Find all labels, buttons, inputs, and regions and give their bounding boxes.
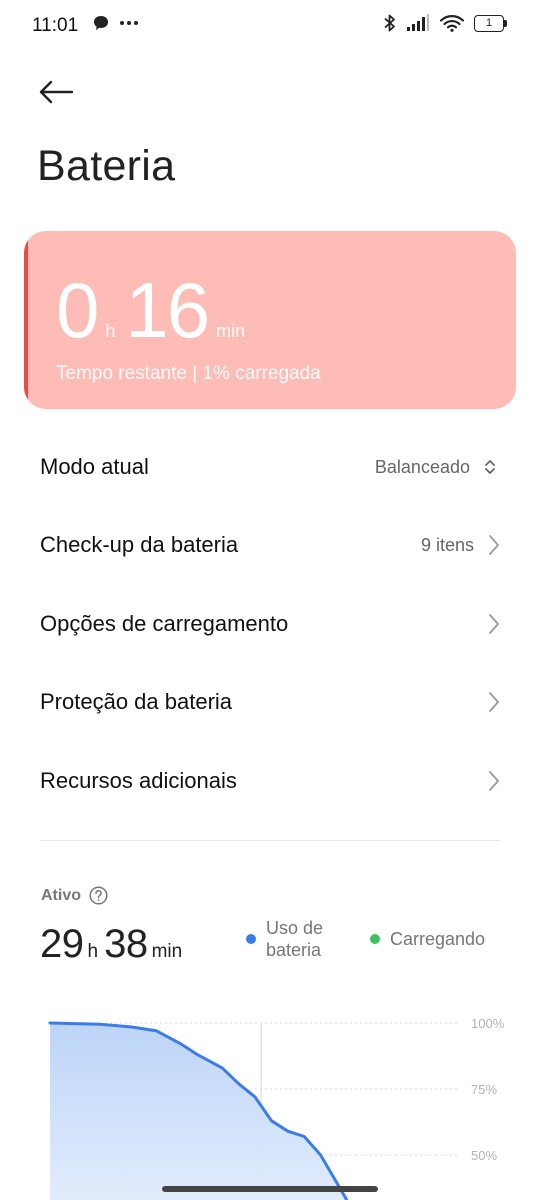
menu-item-checkup[interactable]: Check-up da bateria 9 itens: [40, 515, 500, 575]
active-minutes-unit: min: [151, 941, 183, 962]
page-title: Bateria: [37, 142, 176, 190]
active-hours: 29: [40, 922, 84, 966]
status-right-icons: 1: [384, 13, 508, 33]
active-minutes: 38: [104, 922, 148, 966]
status-time: 11:01: [32, 15, 79, 36]
menu-item-value: Balanceado: [374, 456, 470, 477]
battery-level-text: 1: [485, 16, 493, 29]
active-label-text: Ativo: [41, 886, 81, 904]
chevron-right-icon: [489, 535, 499, 555]
remaining-minutes: 16: [125, 266, 210, 354]
legend-text: Uso de bateria: [266, 917, 346, 961]
y-tick-label: 100%: [471, 1016, 505, 1031]
active-time: 29 h 38 min: [40, 922, 188, 967]
menu-item-label: Check-up da bateria: [40, 532, 239, 557]
legend-text: Carregando: [390, 929, 486, 949]
battery-area-fill: [50, 1023, 358, 1200]
battery-usage-chart: 100% 75% 50%: [48, 1016, 505, 1200]
minutes-unit: min: [216, 321, 246, 341]
back-button[interactable]: [34, 72, 78, 112]
section-divider: [40, 840, 500, 841]
menu-item-label: Opções de carregamento: [40, 611, 289, 636]
home-indicator[interactable]: [162, 1186, 378, 1192]
legend-charging: Carregando: [370, 928, 485, 950]
question-circle-icon[interactable]: [89, 886, 108, 905]
battery-settings-screen: 11:01 1 Bateria 0 h 16 min Tempo restant…: [0, 0, 540, 1200]
legend-battery-usage: Uso de bateria: [246, 917, 346, 961]
menu-item-modo-atual[interactable]: Modo atual Balanceado: [40, 437, 500, 497]
chevron-right-icon: [489, 692, 499, 712]
legend-dot-green: [370, 934, 380, 944]
more-dots-icon: [120, 21, 138, 25]
status-bar: 11:01 1: [0, 0, 540, 52]
menu-item-value: 9 itens: [420, 534, 474, 555]
menu-item-charging-options[interactable]: Opções de carregamento: [40, 594, 500, 654]
y-tick-label: 50%: [471, 1148, 497, 1163]
battery-icon: 1: [474, 14, 508, 32]
active-label: Ativo: [41, 886, 108, 905]
legend-line1: Uso de: [266, 918, 324, 938]
hours-unit: h: [105, 321, 116, 341]
menu-item-label: Modo atual: [40, 454, 149, 479]
menu-item-label: Recursos adicionais: [40, 768, 237, 793]
status-left-icons: [92, 14, 138, 32]
menu-item-battery-protection[interactable]: Proteção da bateria: [40, 672, 500, 732]
legend-dot-blue: [246, 934, 256, 944]
chat-bubble-icon: [94, 16, 108, 30]
y-tick-label: 75%: [471, 1082, 497, 1097]
signal-icon: [407, 14, 429, 31]
menu-item-label: Proteção da bateria: [40, 689, 233, 714]
wifi-icon: [440, 15, 464, 32]
up-down-chevron-icon: [485, 460, 495, 474]
battery-remaining-card: 0 h 16 min Tempo restante | 1% carregada: [24, 231, 516, 409]
menu-item-additional-features[interactable]: Recursos adicionais: [40, 751, 500, 811]
bluetooth-icon: [384, 14, 395, 32]
remaining-hours: 0: [56, 266, 99, 354]
battery-card-subtitle: Tempo restante | 1% carregada: [56, 363, 321, 384]
active-hours-unit: h: [87, 941, 99, 962]
remaining-time: 0 h 16 min: [56, 271, 255, 349]
legend-line2: bateria: [266, 940, 322, 960]
chevron-right-icon: [489, 614, 499, 634]
chevron-right-icon: [489, 771, 499, 791]
arrow-left-icon: [39, 80, 74, 104]
